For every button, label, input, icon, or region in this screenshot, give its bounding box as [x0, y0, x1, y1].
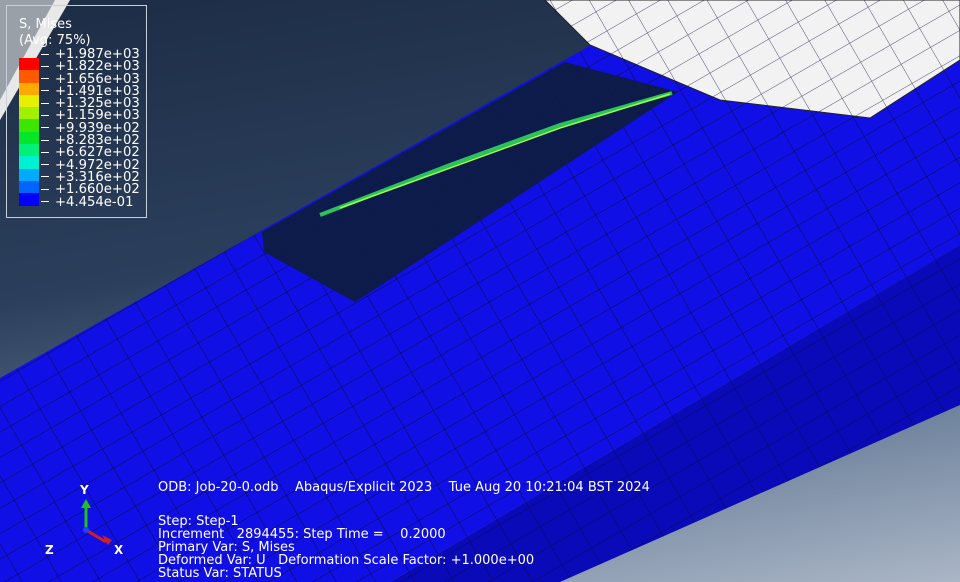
legend-values: +1.987e+03 +1.822e+03 +1.656e+03 +1.491e+03…: [41, 48, 140, 209]
legend-band: [19, 180, 39, 194]
legend-band: [19, 156, 39, 169]
triad-x-label: X: [114, 543, 124, 557]
triad-z-label: Z: [45, 543, 54, 557]
legend-band: [19, 70, 39, 83]
legend-band: [19, 144, 39, 157]
legend-band: [19, 119, 39, 132]
legend-band: [19, 82, 39, 95]
legend-title: S, Mises: [19, 17, 72, 32]
legend-band: [19, 58, 39, 71]
legend-band: [19, 168, 39, 181]
legend-value: +4.454e-01: [41, 195, 140, 209]
legend-band: [19, 107, 39, 120]
legend-color-bands: [19, 58, 39, 206]
status-var-label: Status Var: STATUS: [158, 566, 282, 581]
legend-band: [19, 94, 39, 108]
triad-y-label: Y: [80, 483, 89, 497]
odb-header: ODB: Job-20-0.odb Abaqus/Explicit 2023 T…: [158, 480, 650, 495]
legend-band: [19, 193, 39, 206]
legend-subtitle: (Avg: 75%): [19, 33, 91, 48]
legend-band: [19, 131, 39, 145]
contour-legend: S, Mises (Avg: 75%) +1.987e+03 +1.822e+03…: [6, 5, 147, 218]
triad-z-axis: [83, 527, 89, 533]
